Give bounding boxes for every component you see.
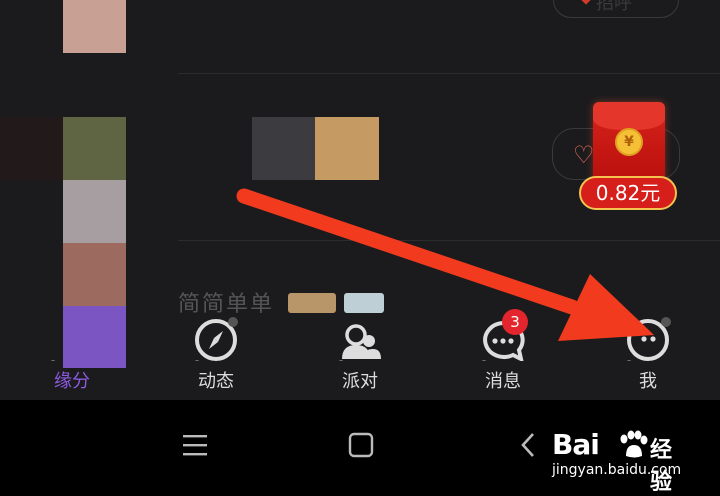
profile-photo[interactable] [63, 180, 126, 243]
home-icon[interactable] [341, 425, 381, 465]
greet-label: 招呼 [596, 0, 632, 14]
profile-icon [625, 315, 671, 366]
compass-icon [193, 315, 239, 366]
photo-thumbnail[interactable] [315, 117, 379, 180]
tab-moments[interactable]: 动态 [171, 305, 261, 400]
heart-icon [49, 315, 95, 366]
reward-amount[interactable]: 0.82元 [579, 176, 677, 210]
greet-button[interactable]: 招呼 [553, 0, 679, 18]
tab-match[interactable]: 缘分 [27, 305, 117, 400]
watermark-brand: Bai [552, 428, 600, 461]
tab-label: 缘分 [54, 371, 90, 392]
back-icon[interactable] [508, 425, 548, 465]
coin-icon: ¥ [615, 128, 643, 156]
profile-photo[interactable] [63, 243, 126, 306]
menu-icon[interactable] [175, 425, 215, 465]
tab-label: 消息 [485, 371, 521, 392]
app-screen: 招呼 ♡ ¥ 0.82元 简简单单 缘分 动态 派对 3 消息 我 [0, 0, 720, 400]
tab-label: 我 [639, 371, 657, 392]
unread-badge: 3 [502, 309, 528, 335]
avatar-block [63, 0, 126, 53]
greet-icon [580, 0, 592, 5]
divider [178, 240, 720, 241]
tab-party[interactable]: 派对 [315, 305, 405, 400]
tab-messages[interactable]: 3 消息 [458, 305, 548, 400]
tab-label: 动态 [198, 371, 234, 392]
photo-thumbnail[interactable] [252, 117, 315, 180]
tab-me[interactable]: 我 [603, 305, 693, 400]
tab-label: 派对 [342, 371, 378, 392]
baidu-watermark: Bai 经验 jingyan.baidu.com [552, 428, 692, 495]
watermark-url: jingyan.baidu.com [552, 462, 682, 478]
heart-outline-icon: ♡ [573, 141, 595, 169]
bottom-tab-bar: 缘分 动态 派对 3 消息 我 [0, 305, 720, 400]
profile-photo[interactable] [63, 117, 126, 180]
profile-photo[interactable] [0, 117, 63, 180]
group-icon [337, 315, 383, 366]
red-packet-icon[interactable]: ¥ [593, 102, 665, 184]
paw-icon [616, 430, 650, 460]
divider [178, 73, 720, 74]
